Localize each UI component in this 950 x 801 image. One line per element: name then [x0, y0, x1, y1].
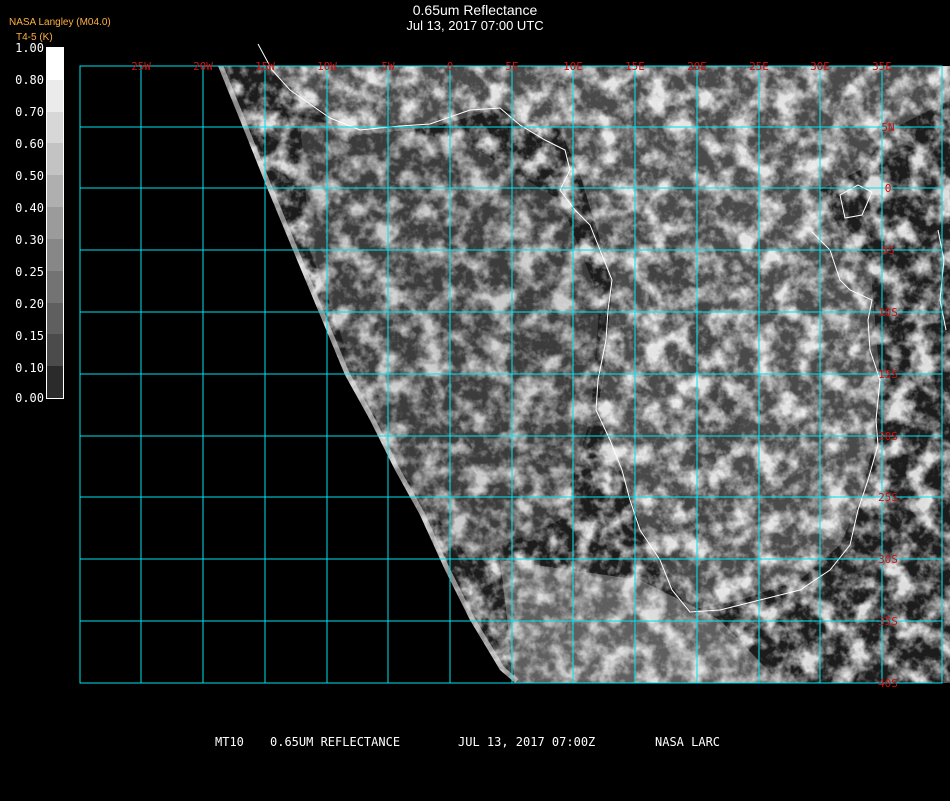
- footer-source: NASA LARC: [655, 735, 721, 749]
- longitude-label: 5W: [381, 60, 395, 73]
- latitude-label: 5N: [881, 121, 894, 134]
- latitude-label: 40S: [878, 677, 898, 690]
- longitude-label: 5E: [505, 60, 518, 73]
- longitude-label: 15E: [625, 60, 645, 73]
- latitude-label: 35S: [878, 615, 898, 628]
- longitude-label: 20E: [687, 60, 707, 73]
- longitude-label: 15W: [255, 60, 275, 73]
- longitude-label: 20W: [193, 60, 213, 73]
- footer-caption: MT10 0.65UM REFLECTANCE JUL 13, 2017 07:…: [0, 736, 950, 801]
- footer-datetime: JUL 13, 2017 07:00Z: [458, 735, 596, 749]
- longitude-label: 30E: [810, 60, 830, 73]
- longitude-label: 25W: [131, 60, 151, 73]
- longitude-label: 0: [447, 60, 454, 73]
- footer-channel: 0.65UM REFLECTANCE: [270, 735, 401, 749]
- latitude-label: 15S: [878, 368, 898, 381]
- latitude-label: 25S: [878, 491, 898, 504]
- latitude-label: 0: [885, 182, 892, 195]
- latitude-label: 10S: [878, 306, 898, 319]
- longitude-label: 10W: [317, 60, 337, 73]
- latitude-label: 30S: [878, 553, 898, 566]
- satellite-map: 25W 20W 15W 10W 5W 0 5E 10E 15E 20E 25E 30E 35E 5N 0 5S…: [79, 43, 950, 690]
- latitude-label: 20S: [878, 430, 898, 443]
- footer-product: MT10: [215, 735, 244, 749]
- longitude-label: 25E: [749, 60, 769, 73]
- longitude-label: 35E: [872, 60, 892, 73]
- latitude-label: 5S: [881, 244, 894, 257]
- longitude-label: 10E: [563, 60, 583, 73]
